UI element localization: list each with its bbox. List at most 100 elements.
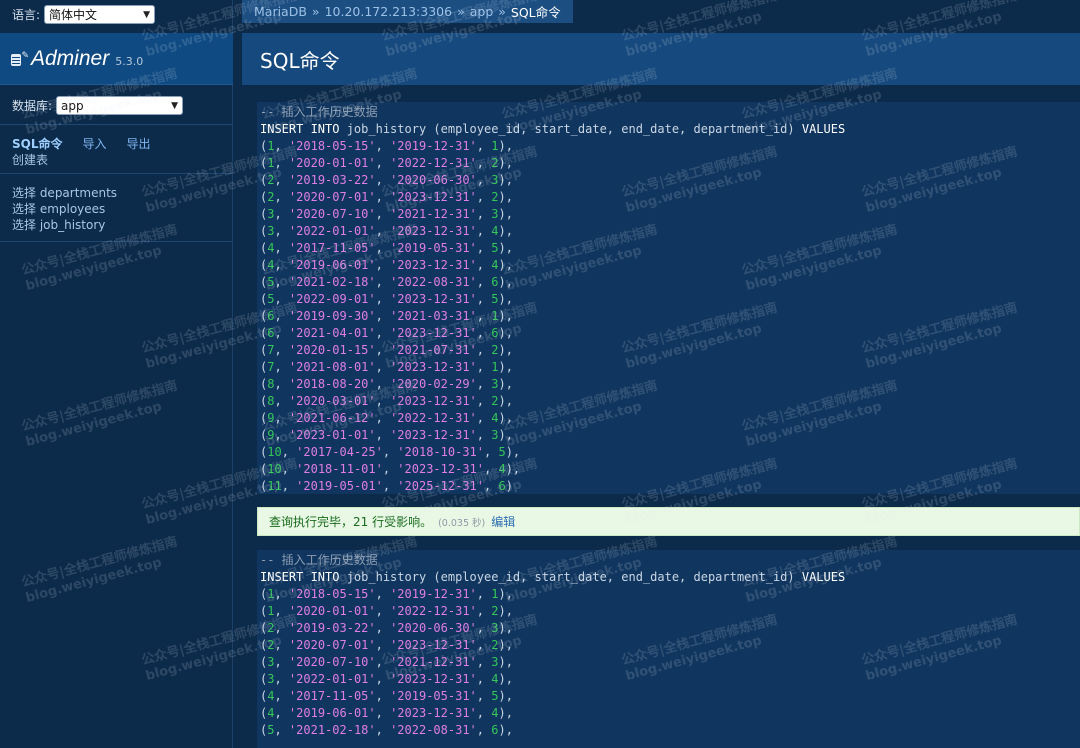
sql-string: '2023-12-31' bbox=[390, 360, 477, 374]
sql-string: '2023-12-31' bbox=[390, 428, 477, 442]
import-link[interactable]: 导入 bbox=[83, 135, 107, 152]
sql-punct: , bbox=[476, 156, 492, 170]
logo-link[interactable]: Adminer bbox=[31, 47, 109, 71]
sql-punct: , bbox=[476, 638, 492, 652]
sql-punct: ), bbox=[505, 462, 521, 476]
sql-values-row: (8, '2018-08-20', '2020-02-29', 3), bbox=[260, 376, 1077, 393]
sql-punct: , bbox=[375, 394, 391, 408]
sidebar-actions: SQL命令 导入 导出 bbox=[12, 135, 151, 152]
sql-punct: , bbox=[274, 207, 289, 221]
divider bbox=[0, 124, 233, 125]
language-select[interactable]: 简体中文 ▼ bbox=[44, 5, 156, 24]
sql-string: '2021-12-31' bbox=[390, 207, 477, 221]
breadcrumb-current: SQL命令 bbox=[510, 5, 561, 20]
sql-punct: , bbox=[476, 258, 492, 272]
breadcrumb-database[interactable]: app bbox=[470, 4, 494, 19]
sql-command-link[interactable]: SQL命令 bbox=[12, 135, 63, 152]
sql-punct: , bbox=[375, 275, 391, 289]
sql-string: '2023-01-01' bbox=[288, 428, 376, 442]
sql-string: '2023-12-31' bbox=[390, 672, 477, 686]
sql-punct: ), bbox=[498, 224, 513, 238]
sql-string: '2017-11-05' bbox=[288, 241, 376, 255]
sql-punct: , bbox=[281, 445, 297, 459]
sql-values-row: (8, '2020-03-01', '2023-12-31', 2), bbox=[260, 393, 1077, 410]
sql-string: '2019-09-30' bbox=[288, 309, 376, 323]
sql-string: '2022-12-31' bbox=[390, 411, 477, 425]
sql-values-row: (9, '2023-01-01', '2023-12-31', 3), bbox=[260, 427, 1077, 444]
breadcrumb-server[interactable]: MariaDB bbox=[254, 4, 307, 19]
sql-values-row: (3, '2020-07-10', '2021-12-31', 3), bbox=[260, 654, 1077, 671]
sql-values-row: (5, '2022-09-01', '2023-12-31', 5), bbox=[260, 291, 1077, 308]
sql-punct: , bbox=[274, 360, 289, 374]
sql-values-row: (4, '2019-06-01', '2023-12-31', 4), bbox=[260, 705, 1077, 722]
sql-string: '2019-06-01' bbox=[288, 258, 376, 272]
export-link[interactable]: 导出 bbox=[127, 135, 151, 152]
sql-punct: , bbox=[274, 139, 289, 153]
sql-values-row: (7, '2020-01-15', '2021-07-31', 2), bbox=[260, 342, 1077, 359]
sql-values-row: (2, '2020-07-01', '2023-12-31', 2), bbox=[260, 189, 1077, 206]
sql-string: '2023-12-31' bbox=[390, 292, 477, 306]
database-select[interactable]: app ▼ bbox=[56, 96, 184, 115]
sql-punct: ), bbox=[498, 173, 513, 187]
sql-punct: , bbox=[476, 326, 492, 340]
sql-punct: , bbox=[274, 326, 289, 340]
breadcrumb-separator: » bbox=[311, 4, 320, 19]
sql-string: '2019-06-01' bbox=[288, 706, 376, 720]
sql-values-row: (5, '2021-02-18', '2022-08-31', 6), bbox=[260, 722, 1077, 739]
sql-punct: , bbox=[274, 309, 289, 323]
sql-code-block: -- 插入工作历史数据 INSERT INTO job_history (empl… bbox=[257, 102, 1080, 494]
sql-string: '2018-11-01' bbox=[296, 462, 383, 476]
database-select-value: app bbox=[61, 98, 84, 113]
sql-punct: ), bbox=[498, 292, 513, 306]
sql-punct: , bbox=[476, 343, 492, 357]
sql-number: 10 bbox=[267, 462, 282, 476]
sql-values-row: (1, '2020-01-01', '2022-12-31', 2), bbox=[260, 155, 1077, 172]
sql-punct: , bbox=[476, 139, 492, 153]
sql-string: '2019-12-31' bbox=[390, 587, 477, 601]
sql-punct: ), bbox=[498, 343, 513, 357]
select-employees-link[interactable]: 选择 employees bbox=[12, 202, 117, 217]
sql-punct: , bbox=[382, 445, 398, 459]
select-departments-link[interactable]: 选择 departments bbox=[12, 186, 117, 201]
sql-string: '2019-03-22' bbox=[288, 621, 376, 635]
sql-punct: ), bbox=[498, 638, 513, 652]
sql-identifier: job_history (employee_id, start_date, en… bbox=[339, 570, 802, 584]
sql-values-row: (6, '2021-04-01', '2023-12-31', 6), bbox=[260, 325, 1077, 342]
sql-punct: , bbox=[375, 360, 391, 374]
sql-values-row: (11, '2019-05-01', '2025-12-31', 6) bbox=[260, 478, 1077, 494]
status-message: 查询执行完毕，21 行受影响。 (0.035 秒) 编辑 bbox=[257, 507, 1080, 536]
sql-string: '2020-06-30' bbox=[390, 173, 477, 187]
sql-punct: ), bbox=[498, 139, 513, 153]
sql-values-row: (1, '2018-05-15', '2019-12-31', 1), bbox=[260, 138, 1077, 155]
create-table-link[interactable]: 创建表 bbox=[12, 151, 48, 168]
sql-punct: , bbox=[375, 173, 391, 187]
language-row: 语言: 简体中文 ▼ bbox=[12, 5, 156, 24]
sql-string: '2020-03-01' bbox=[288, 394, 376, 408]
sql-punct: , bbox=[476, 587, 492, 601]
sql-punct: , bbox=[274, 587, 289, 601]
sql-string: '2021-04-01' bbox=[288, 326, 376, 340]
edit-query-link[interactable]: 编辑 bbox=[491, 513, 515, 530]
breadcrumb-separator: » bbox=[457, 4, 465, 19]
sql-punct: , bbox=[476, 411, 492, 425]
table-list: 选择 departments 选择 employees 选择 job_histo… bbox=[12, 186, 117, 233]
sql-punct: ), bbox=[498, 275, 513, 289]
sql-punct: , bbox=[274, 672, 289, 686]
sidebar: 语言: 简体中文 ▼ ✎ Adminer 5.3.0 数据库: app ▼ SQ… bbox=[0, 0, 233, 748]
sql-punct: , bbox=[476, 292, 492, 306]
sql-punct: ), bbox=[498, 258, 513, 272]
sql-punct: , bbox=[375, 292, 391, 306]
breadcrumb-host[interactable]: 10.20.172.213:3306 bbox=[325, 4, 452, 19]
sql-string: '2020-07-10' bbox=[288, 655, 376, 669]
sql-punct: , bbox=[375, 258, 391, 272]
sql-punct: , bbox=[476, 377, 492, 391]
select-job-history-link[interactable]: 选择 job_history bbox=[12, 218, 117, 233]
divider bbox=[0, 173, 233, 174]
sql-punct: ), bbox=[498, 377, 513, 391]
sql-string: '2020-06-30' bbox=[390, 621, 477, 635]
logo-bar: ✎ Adminer 5.3.0 bbox=[0, 33, 233, 85]
sql-punct: , bbox=[274, 292, 289, 306]
sql-punct: , bbox=[375, 241, 391, 255]
sql-string: '2021-03-31' bbox=[390, 309, 477, 323]
sql-values-row: (2, '2019-03-22', '2020-06-30', 3), bbox=[260, 172, 1077, 189]
